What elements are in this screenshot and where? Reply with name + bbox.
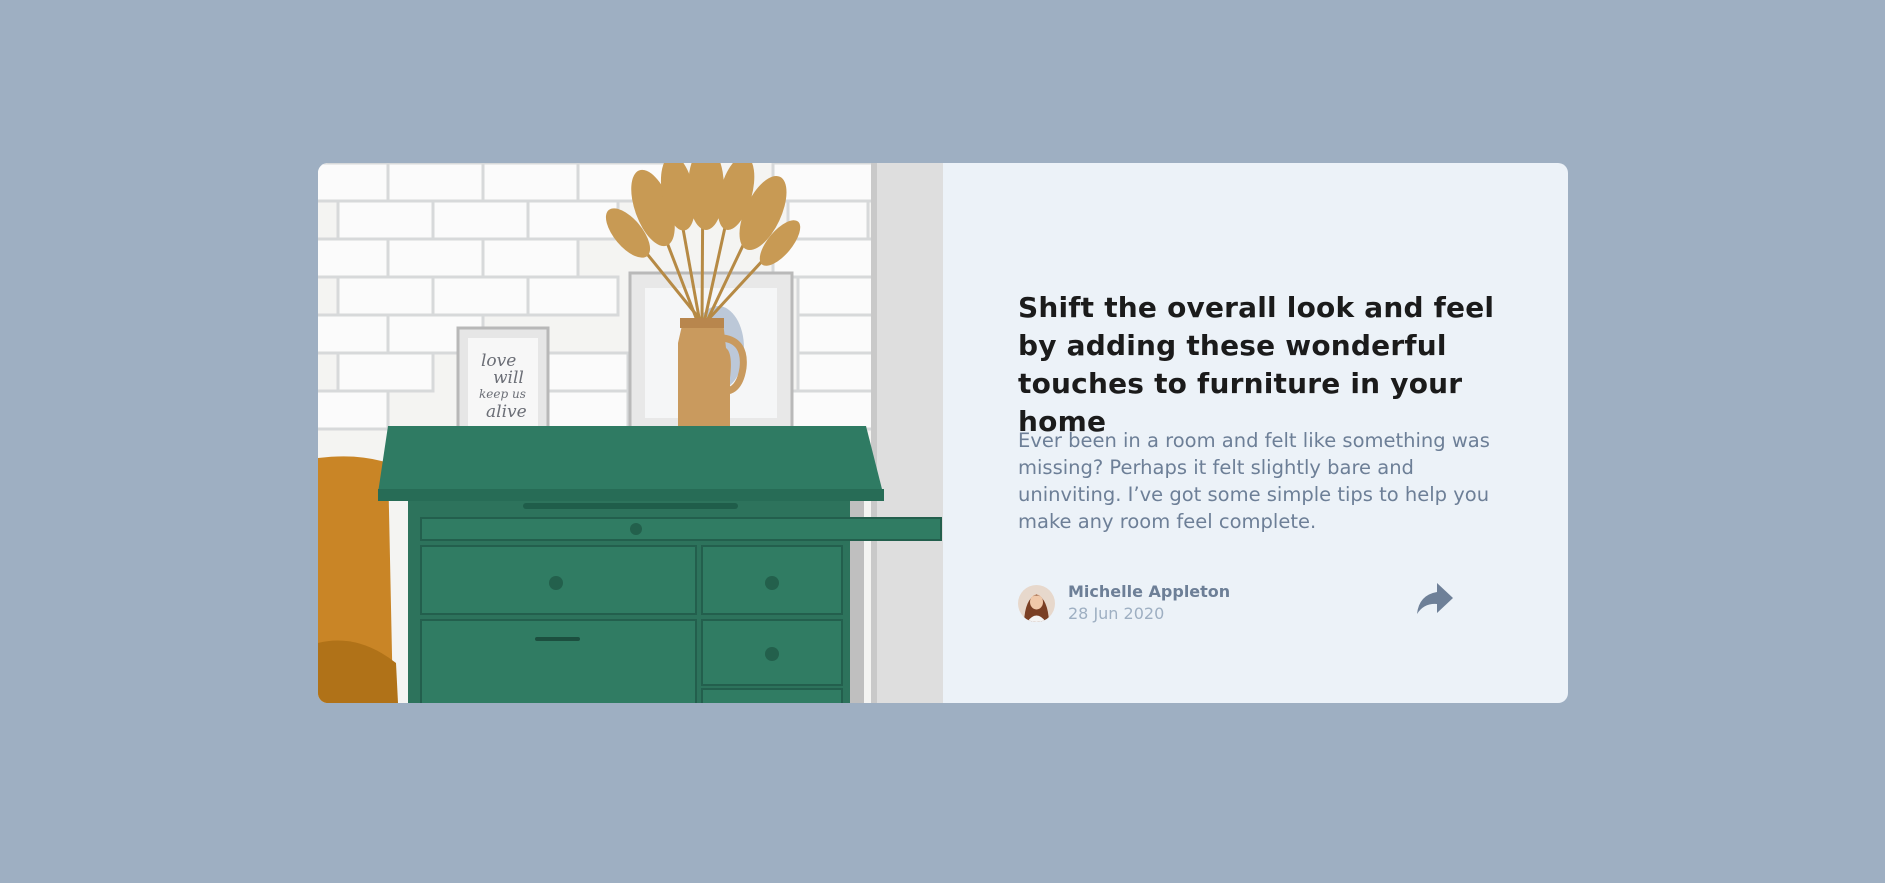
article-content: Shift the overall look and feel by addin… <box>943 163 1568 703</box>
article-image: love will keep us alive <box>318 163 943 703</box>
frame-text-line: will <box>493 368 524 388</box>
article-preview-card: love will keep us alive Shift the overal… <box>318 163 1568 703</box>
share-button[interactable] <box>1413 577 1457 621</box>
frame-text-line: keep us <box>479 387 526 401</box>
avatar-portrait-icon <box>1018 584 1055 622</box>
share-arrow-icon <box>1417 583 1453 614</box>
publish-date: 28 Jun 2020 <box>1068 604 1165 623</box>
page: love will keep us alive Shift the overal… <box>0 0 1885 883</box>
avatar <box>1018 584 1055 622</box>
author-text: Michelle Appleton 28 Jun 2020 <box>1068 581 1230 625</box>
article-title[interactable]: Shift the overall look and feel by addin… <box>1018 289 1523 441</box>
frame-text-line: alive <box>486 402 527 422</box>
author-name: Michelle Appleton <box>1068 582 1231 601</box>
drawers-illustration: love will keep us alive <box>318 163 943 703</box>
article-description: Ever been in a room and felt like someth… <box>1018 429 1490 533</box>
author-info: Michelle Appleton 28 Jun 2020 <box>1018 581 1230 625</box>
